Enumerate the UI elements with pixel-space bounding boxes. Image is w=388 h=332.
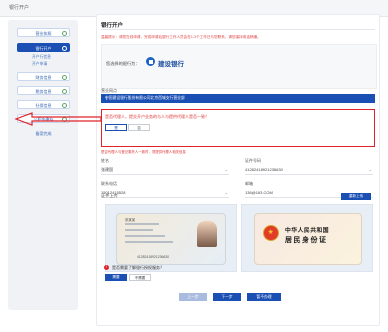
sidebar-step-label: 备案完成 — [35, 131, 52, 136]
id-back-subtitle: 居民身份证 — [285, 237, 328, 244]
id-card-number: 41282418921236630 — [137, 255, 170, 259]
id-back-title: 中华人民共和国 — [285, 228, 330, 234]
sidebar-step-label: 银行开户 — [35, 46, 52, 51]
sidebar-step-label: 社保信息 — [35, 103, 52, 108]
sidebar: 营业执照 银行开户 开户行信息 开户申请 财务信息 税务信息 社保信息 公积金缴… — [8, 20, 78, 310]
skip-button[interactable]: 暂不办理 — [247, 293, 281, 301]
divider — [101, 29, 375, 30]
sidebar-substep[interactable]: 开户申请 — [32, 62, 47, 67]
id-number-label: 证件号码 — [245, 158, 261, 163]
sidebar-step-complete[interactable]: 备案完成 — [17, 128, 70, 137]
id-number-value: 41282418921236630 — [245, 167, 283, 172]
agent-yes-button[interactable]: 是 — [105, 124, 127, 131]
id-number-field[interactable]: 41282418921236630 ⌄ — [245, 166, 373, 175]
id-card-back-image: 中华人民共和国 居民身份证 — [254, 213, 362, 265]
national-emblem-icon — [263, 225, 279, 241]
upload-icon: ⇪ — [105, 96, 109, 101]
upload-label: 证件上传 — [101, 193, 118, 198]
id-back-card[interactable]: 中华人民共和国 居民身份证 — [241, 204, 373, 272]
check-icon — [62, 45, 67, 51]
chevron-down-icon: ⌄ — [224, 190, 228, 195]
agent-question: 是否代理人，提交开户业务的与人与提供代理人是否一致？ — [105, 114, 209, 119]
check-icon — [62, 88, 67, 94]
sidebar-step-housing-fund[interactable]: 公积金缴存 — [17, 114, 70, 123]
sidebar-step-business-license[interactable]: 营业执照 — [17, 28, 70, 37]
name-field[interactable]: 张建国 ⌄ — [101, 166, 229, 175]
sidebar-step-social-security[interactable]: 社保信息 — [17, 100, 70, 109]
branch-select[interactable]: 中国建设银行股份有限公司北京西城支行营业部 ⇪ — [101, 94, 375, 103]
sidebar-step-label: 公积金缴存 — [33, 117, 54, 122]
agent-question-box: 是否代理人，提交开户业务的与人与提供代理人是否一致？ 是 否 — [101, 109, 375, 147]
notice-text: 温馨提示：请您在线申请，完成申请后银行工作人员会在1-3个工作日与您联系，请您保… — [101, 35, 261, 39]
sidebar-step-finance[interactable]: 财务信息 — [17, 72, 70, 81]
check-icon — [62, 30, 67, 36]
sidebar-step-bank-account[interactable]: 银行开户 — [17, 43, 70, 52]
reupload-button[interactable]: 重新上传 — [341, 193, 371, 200]
prev-button[interactable]: 上一步 — [179, 293, 207, 301]
sidebar-substep[interactable]: 开户行信息 — [32, 55, 51, 60]
alert-icon: ! — [104, 265, 109, 271]
auth-question: ! 是否需要了解银行授权服务？ — [104, 265, 164, 271]
auth-yes-button[interactable]: 需要 — [105, 274, 127, 281]
next-button[interactable]: 下一步 — [213, 293, 241, 301]
window-title: 银行开户 — [9, 5, 30, 11]
ccb-logo-icon — [146, 57, 155, 66]
auth-no-button[interactable]: 不需要 — [129, 274, 151, 281]
agent-hint: 是否代理人与登记委托人一致时，须提供代理人相关信息 — [101, 150, 186, 154]
chevron-down-icon: ⌄ — [368, 167, 372, 172]
id-front-card[interactable]: 41282418921236630 张某某 — [105, 204, 237, 272]
bank-box: 您选择的银行为： 建设银行 — [101, 44, 377, 89]
phone-label: 联系电话 — [101, 181, 117, 186]
email-label: 邮箱 — [245, 181, 253, 186]
portrait-photo — [197, 221, 217, 247]
bank-name: 建设银行 — [158, 60, 184, 68]
bank-label: 您选择的银行为： — [106, 61, 140, 66]
auth-question-text: 是否需要了解银行授权服务？ — [112, 265, 164, 270]
sidebar-step-label: 财务信息 — [35, 75, 52, 80]
agent-no-button[interactable]: 否 — [128, 124, 150, 131]
sidebar-step-label: 营业执照 — [35, 31, 52, 36]
sidebar-step-label: 税务信息 — [35, 89, 52, 94]
phone-field[interactable]: 15012415528 ⌄ — [101, 189, 229, 198]
sidebar-step-tax[interactable]: 税务信息 — [17, 86, 70, 95]
main-panel: 银行开户 温馨提示：请您在线申请，完成申请后银行工作人员会在1-3个工作日与您联… — [96, 14, 380, 326]
section-title: 银行开户 — [101, 23, 124, 29]
chevron-down-icon: ⌄ — [224, 167, 228, 172]
name-value: 张建国 — [101, 167, 113, 172]
check-icon — [62, 102, 67, 108]
id-card-front-image: 41282418921236630 张某某 — [116, 213, 226, 265]
check-icon — [62, 74, 67, 80]
email-value: 136@163.COM — [245, 190, 273, 195]
check-icon — [62, 116, 67, 122]
name-label: 姓名 — [101, 158, 109, 163]
id-card-name: 张某某 — [125, 218, 136, 222]
